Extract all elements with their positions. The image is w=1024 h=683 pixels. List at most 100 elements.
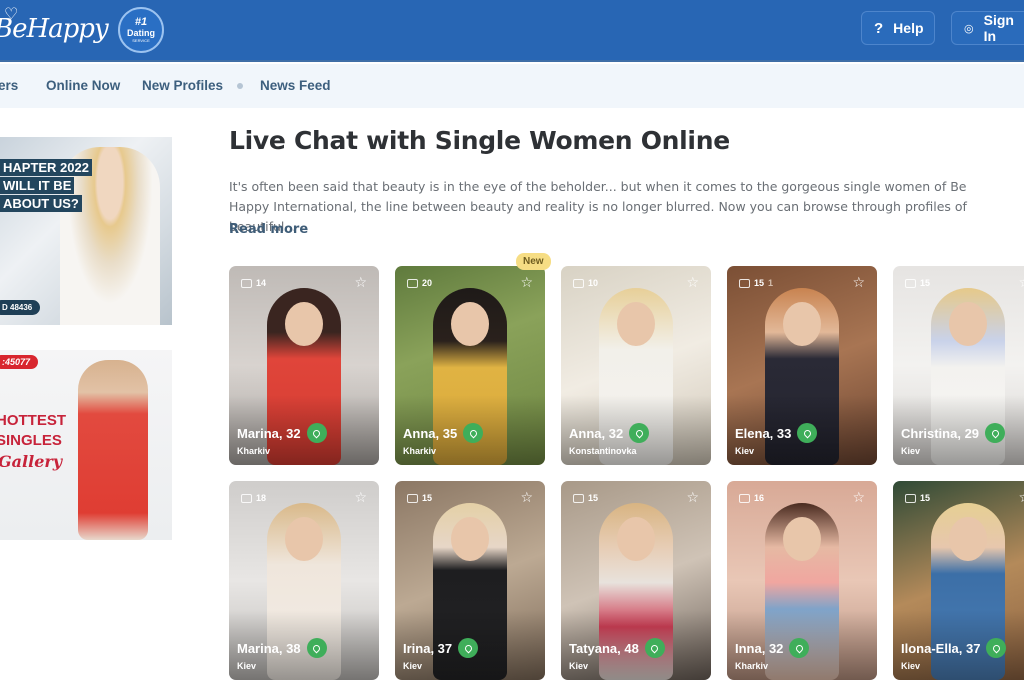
camera-icon: [407, 278, 418, 288]
nav-separator-dot: [237, 83, 243, 89]
profile-city: Kiev: [237, 661, 257, 671]
photo-count: 15: [407, 493, 436, 503]
profile-card[interactable]: 16 ☆ Inna, 32 Kharkiv: [727, 481, 877, 680]
photo-count-value: 18: [256, 493, 267, 503]
location-pin-icon: [458, 638, 479, 658]
nav-item-members[interactable]: ers: [0, 78, 18, 93]
profile-photo-face: [783, 302, 821, 346]
photo-count: 20: [407, 278, 436, 288]
profile-card[interactable]: 14 ☆ Marina, 32 Kharkiv: [229, 266, 379, 465]
profile-name-age: Irina, 37: [403, 638, 479, 658]
profile-photo-face: [949, 517, 987, 561]
favorite-star-icon[interactable]: ☆: [686, 489, 699, 506]
ad-id-pill: :45077: [0, 355, 39, 369]
profile-card[interactable]: 15 1 ☆ Elena, 33 Kiev: [727, 266, 877, 465]
profile-name: Irina, 37: [403, 640, 453, 656]
site-header: ♡ BeHappy #1 Dating SERVICE ? Help ◎ Sig…: [0, 0, 1024, 62]
profile-card[interactable]: 15 ☆ Christina, 29 Kiev: [893, 266, 1024, 465]
location-pin-icon: [463, 423, 484, 443]
favorite-star-icon[interactable]: ☆: [686, 274, 699, 291]
profile-name: Marina, 32: [237, 425, 301, 441]
profile-city: Kharkiv: [403, 446, 437, 456]
favorite-star-icon[interactable]: ☆: [1018, 489, 1024, 506]
profile-photo-face: [949, 302, 987, 346]
profile-photo-face: [617, 302, 655, 346]
heart-icon: ♡: [4, 4, 18, 23]
photo-count: 10: [573, 278, 602, 288]
profile-card[interactable]: 15 ☆ Ilona-Ella, 37 Kiev: [893, 481, 1024, 680]
profile-name-age: Marina, 38: [237, 638, 327, 658]
profile-card[interactable]: 15 ☆ Tatyana, 48 Kiev: [561, 481, 711, 680]
profile-photo-face: [451, 517, 489, 561]
profile-photo-face: [451, 302, 489, 346]
badge-sublabel: SERVICE: [132, 38, 150, 43]
photo-count-value: 14: [256, 278, 267, 288]
profile-name: Elena, 33: [735, 425, 792, 441]
camera-icon: [905, 278, 916, 288]
logo[interactable]: ♡ BeHappy: [0, 4, 109, 44]
profile-name: Marina, 38: [237, 640, 301, 656]
camera-icon: [241, 278, 252, 288]
help-button[interactable]: ? Help: [861, 11, 935, 45]
photo-count-value: 15: [588, 493, 599, 503]
photo-count-value: 16: [754, 493, 765, 503]
photo-count: 15: [905, 493, 934, 503]
profile-city: Kiev: [901, 661, 921, 671]
favorite-star-icon[interactable]: ☆: [852, 489, 865, 506]
camera-icon: [407, 493, 418, 503]
profile-name-age: Anna, 35: [403, 423, 484, 443]
ad-headline-line: HOTTEST: [0, 412, 66, 429]
nav-item-new-profiles[interactable]: New Profiles: [142, 78, 223, 93]
location-pin-icon: [306, 423, 327, 443]
page-description: It's often been said that beauty is in t…: [229, 179, 967, 234]
photo-count-value: 15: [920, 493, 931, 503]
sign-in-button[interactable]: ◎ Sign In: [951, 11, 1024, 45]
profile-name-age: Anna, 32: [569, 423, 650, 443]
profile-name: Inna, 32: [735, 640, 784, 656]
sidebar-ad-hottest-singles[interactable]: :45077 HOTTEST SINGLES Gallery: [0, 350, 172, 540]
profile-name: Anna, 32: [569, 425, 624, 441]
location-pin-icon: [306, 638, 327, 658]
favorite-star-icon[interactable]: ☆: [354, 489, 367, 506]
read-more-link[interactable]: Read more: [229, 222, 308, 237]
camera-icon: [241, 493, 252, 503]
new-badge: New: [516, 253, 551, 270]
favorite-star-icon[interactable]: ☆: [520, 274, 533, 291]
sidebar-ad-chapter-2022[interactable]: HAPTER 2022 WILL IT BE ABOUT US? D 48436: [0, 137, 172, 325]
ad-headline-line: SINGLES: [0, 432, 62, 449]
ad-headline-script: Gallery: [0, 452, 63, 471]
help-label: Help: [893, 20, 924, 36]
photo-count-value: 15: [422, 493, 433, 503]
profile-card[interactable]: 20 ☆ Anna, 35 Kharkiv: [395, 266, 545, 465]
video-count-value: 1: [768, 278, 774, 288]
profile-name: Ilona-Ella, 37: [901, 640, 981, 656]
camera-icon: [739, 278, 750, 288]
profile-city: Kiev: [735, 446, 755, 456]
location-pin-icon: [797, 423, 818, 443]
profile-name-age: Inna, 32: [735, 638, 810, 658]
dating-service-badge: #1 Dating SERVICE: [118, 7, 164, 53]
favorite-star-icon[interactable]: ☆: [354, 274, 367, 291]
profile-photo-face: [617, 517, 655, 561]
ad-headline-line: HAPTER 2022: [0, 159, 92, 176]
profile-name-age: Tatyana, 48: [569, 638, 665, 658]
profile-card[interactable]: 10 ☆ Anna, 32 Konstantinovka: [561, 266, 711, 465]
profile-name-age: Ilona-Ella, 37: [901, 638, 1007, 658]
profile-photo-face: [783, 517, 821, 561]
location-pin-icon: [644, 638, 665, 658]
favorite-star-icon[interactable]: ☆: [520, 489, 533, 506]
profile-card[interactable]: 15 ☆ Irina, 37 Kiev: [395, 481, 545, 680]
favorite-star-icon[interactable]: ☆: [852, 274, 865, 291]
ad-id-pill: D 48436: [0, 300, 41, 315]
badge-rank: #1: [134, 16, 148, 28]
profile-name-age: Marina, 32: [237, 423, 327, 443]
nav-item-online-now[interactable]: Online Now: [46, 78, 120, 93]
camera-icon: [573, 278, 584, 288]
location-pin-icon: [986, 638, 1007, 658]
profile-city: Kiev: [403, 661, 423, 671]
favorite-star-icon[interactable]: ☆: [1018, 274, 1024, 291]
nav-item-news-feed[interactable]: News Feed: [260, 78, 331, 93]
profile-city: Kharkiv: [735, 661, 769, 671]
profile-card[interactable]: 18 ☆ Marina, 38 Kiev: [229, 481, 379, 680]
location-pin-icon: [629, 423, 650, 443]
